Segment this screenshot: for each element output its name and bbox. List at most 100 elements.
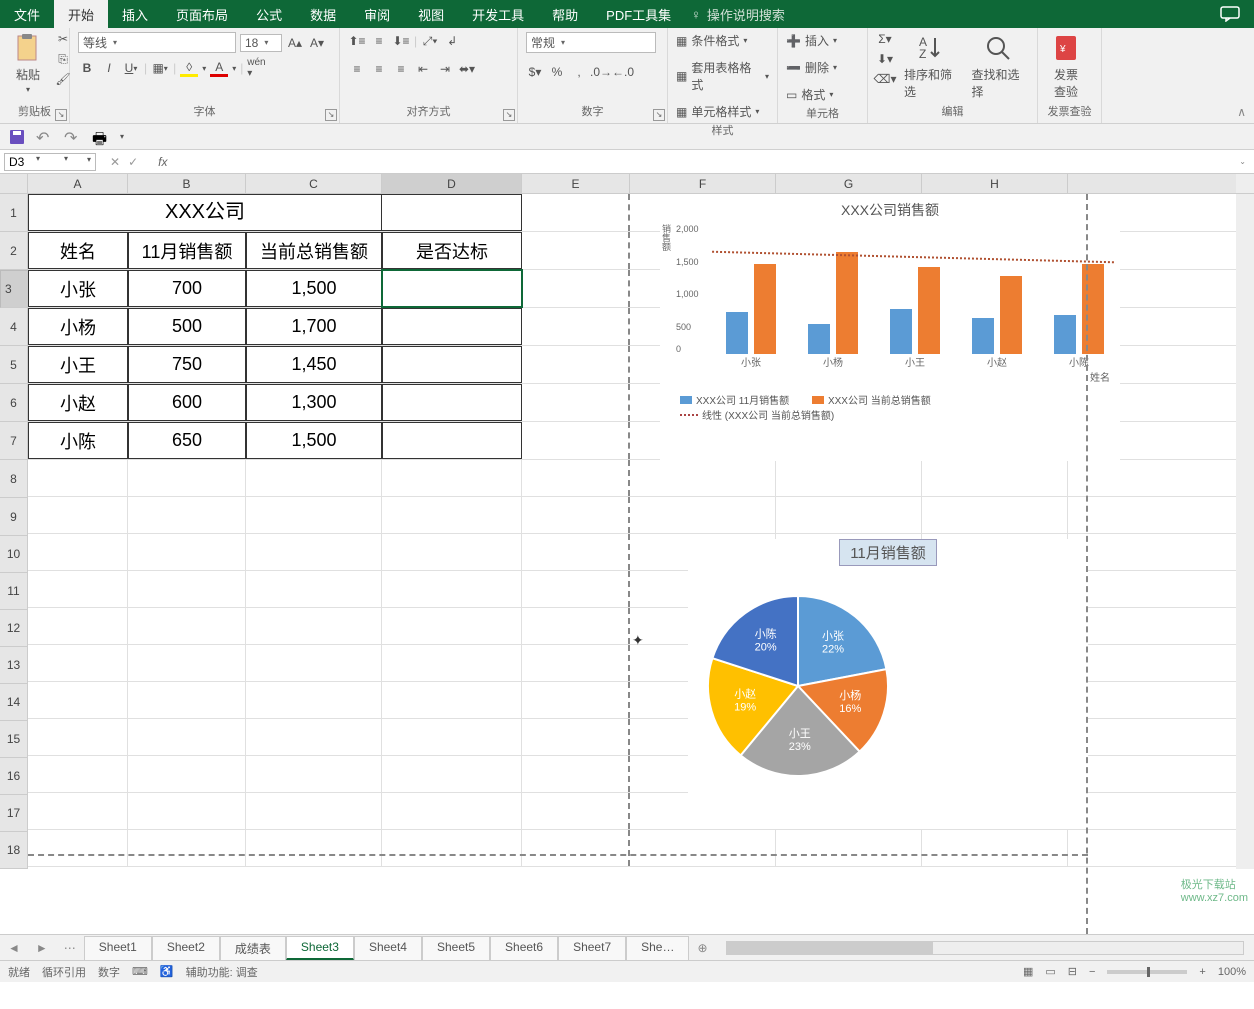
align-right-icon[interactable]: ≡	[392, 60, 410, 78]
sheet-nav-prev-icon[interactable]: ◄	[0, 941, 28, 955]
hdr-total[interactable]: 当前总销售额	[246, 232, 382, 269]
align-bottom-icon[interactable]: ⬇≡	[392, 32, 410, 50]
font-color-icon[interactable]: A	[210, 59, 228, 77]
cell-total[interactable]: 1,700	[246, 308, 382, 345]
bar-chart[interactable]: XXX公司销售额 销售额 2,0001,5001,0005000 小张小杨小王小…	[660, 196, 1120, 461]
collapse-ribbon-icon[interactable]: ∧	[1237, 105, 1246, 119]
font-name-select[interactable]: 等线▾	[78, 32, 236, 53]
redo-icon[interactable]: ↷ ▾	[64, 128, 82, 146]
save-icon[interactable]	[8, 128, 26, 146]
new-sheet-icon[interactable]: ⊕	[689, 941, 715, 955]
autosum-icon[interactable]: Σ▾	[876, 30, 894, 48]
col-header-C[interactable]: C	[246, 174, 382, 193]
border-icon[interactable]: ▦ ▾	[151, 59, 169, 77]
sheet-tab[interactable]: Sheet7	[558, 936, 626, 960]
orientation-icon[interactable]: ⤢▾	[421, 32, 439, 50]
comma-icon[interactable]: ,	[570, 63, 588, 81]
row-header-8[interactable]: 8	[0, 460, 28, 498]
tab-file[interactable]: 文件	[0, 0, 54, 28]
select-all-corner[interactable]	[0, 174, 28, 193]
find-select-button[interactable]: 查找和选择	[968, 30, 1030, 102]
increase-font-icon[interactable]: A▴	[286, 34, 304, 52]
qat-print-icon[interactable]: 🖶	[92, 128, 110, 146]
cancel-formula-icon[interactable]: ✕	[110, 155, 120, 169]
fill-color-icon[interactable]: ◊	[180, 59, 198, 77]
sheet-tab[interactable]: She…	[626, 936, 689, 960]
zoom-in-icon[interactable]: +	[1199, 966, 1205, 978]
percent-icon[interactable]: %	[548, 63, 566, 81]
format-cells-button[interactable]: ▭格式 ▾	[786, 86, 833, 103]
zoom-level[interactable]: 100%	[1218, 966, 1246, 978]
font-launcher[interactable]: ↘	[325, 109, 337, 121]
col-header-D[interactable]: D	[382, 174, 522, 193]
cell-styles-button[interactable]: ▦单元格样式▾	[676, 103, 759, 120]
cell-name[interactable]: 小王	[28, 346, 128, 383]
number-launcher[interactable]: ↘	[653, 109, 665, 121]
tab-review[interactable]: 审阅	[350, 0, 404, 28]
number-format-select[interactable]: 常规▾	[526, 32, 656, 53]
align-top-icon[interactable]: ⬆≡	[348, 32, 366, 50]
row-header-6[interactable]: 6	[0, 384, 28, 422]
col-header-B[interactable]: B	[128, 174, 246, 193]
cell-name[interactable]: 小赵	[28, 384, 128, 421]
sheet-tab[interactable]: 成绩表	[220, 936, 286, 960]
merge-icon[interactable]: ⬌▾	[458, 60, 476, 78]
sheet-tab[interactable]: Sheet6	[490, 936, 558, 960]
hdr-nov[interactable]: 11月销售额	[128, 232, 246, 269]
row-header-5[interactable]: 5	[0, 346, 28, 384]
row-header-16[interactable]: 16	[0, 758, 28, 795]
zoom-out-icon[interactable]: −	[1089, 966, 1095, 978]
sheet-nav-next-icon[interactable]: ►	[28, 941, 56, 955]
col-header-F[interactable]: F	[630, 174, 776, 193]
row-header-3[interactable]: 3	[0, 270, 28, 308]
align-launcher[interactable]: ↘	[503, 109, 515, 121]
qat-customize-icon[interactable]: ▾	[120, 132, 124, 141]
pie-chart[interactable]: 11月销售额 小张22%小杨16%小王23%小赵19%小陈20%	[688, 539, 1088, 829]
row-header-1[interactable]: 1	[0, 194, 28, 232]
zoom-slider[interactable]	[1107, 970, 1187, 974]
row-header-14[interactable]: 14	[0, 684, 28, 721]
sheet-tab[interactable]: Sheet3	[286, 936, 354, 960]
invoice-check-button[interactable]: ¥ 发票 查验	[1046, 30, 1086, 102]
sheet-tab[interactable]: Sheet1	[84, 936, 152, 960]
worksheet-grid[interactable]: A B C D E F G H 123456789101112131415161…	[0, 174, 1254, 934]
clipboard-launcher[interactable]: ↘	[55, 109, 67, 121]
sort-filter-button[interactable]: AZ 排序和筛选	[900, 30, 962, 102]
view-normal-icon[interactable]: ▦	[1023, 965, 1033, 978]
vertical-scrollbar[interactable]	[1236, 194, 1254, 869]
cell-nov[interactable]: 700	[128, 270, 246, 307]
fill-icon[interactable]: ⬇▾	[876, 50, 894, 68]
tab-formula[interactable]: 公式	[242, 0, 296, 28]
row-header-11[interactable]: 11	[0, 573, 28, 610]
tab-dev[interactable]: 开发工具	[458, 0, 538, 28]
cell-pass[interactable]	[382, 422, 522, 459]
sheet-tab[interactable]: Sheet4	[354, 936, 422, 960]
hdr-pass[interactable]: 是否达标	[382, 232, 522, 269]
align-center-icon[interactable]: ≡	[370, 60, 388, 78]
sheet-tab[interactable]: Sheet2	[152, 936, 220, 960]
col-header-E[interactable]: E	[522, 174, 630, 193]
cell-nov[interactable]: 750	[128, 346, 246, 383]
tab-insert[interactable]: 插入	[108, 0, 162, 28]
name-box[interactable]: D3 ▾	[4, 153, 96, 171]
clear-icon[interactable]: ⌫▾	[876, 70, 894, 88]
tab-view[interactable]: 视图	[404, 0, 458, 28]
cell-pass[interactable]	[382, 308, 522, 345]
cell-nov[interactable]: 500	[128, 308, 246, 345]
cell-name[interactable]: 小杨	[28, 308, 128, 345]
row-header-2[interactable]: 2	[0, 232, 28, 270]
fx-icon[interactable]: fx	[152, 155, 173, 169]
phonetic-icon[interactable]: wén▾	[247, 59, 265, 77]
tab-pdf[interactable]: PDF工具集	[592, 0, 685, 28]
view-pagebreak-icon[interactable]: ⊟	[1068, 965, 1077, 978]
cell-nov[interactable]: 650	[128, 422, 246, 459]
underline-icon[interactable]: U ▾	[122, 59, 140, 77]
row-header-7[interactable]: 7	[0, 422, 28, 460]
row-header-12[interactable]: 12	[0, 610, 28, 647]
dec-decimal-icon[interactable]: ←.0	[614, 63, 632, 81]
wrap-text-icon[interactable]: ↲	[443, 32, 461, 50]
tab-home[interactable]: 开始	[54, 0, 108, 28]
cell-total[interactable]: 1,500	[246, 270, 382, 307]
currency-icon[interactable]: $▾	[526, 63, 544, 81]
cell-title[interactable]: XXX公司	[28, 194, 382, 231]
